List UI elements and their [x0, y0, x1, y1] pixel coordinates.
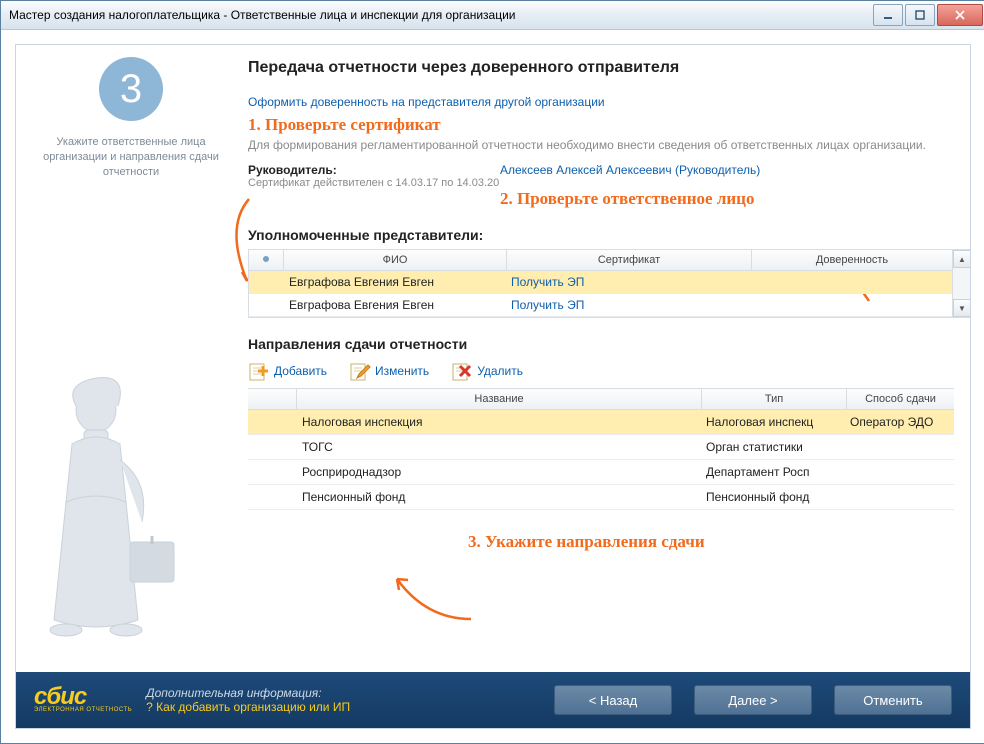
wizard-footer: сбис ЭЛЕКТРОННАЯ ОТЧЕТНОСТЬ Дополнительн…	[16, 672, 970, 728]
wizard-sidebar: 3 Укажите ответственные лица организации…	[16, 45, 248, 672]
body-area: 3 Укажите ответственные лица организации…	[1, 30, 984, 743]
scroll-down-button[interactable]: ▼	[953, 299, 970, 317]
help-block: Дополнительная информация: ? Как добавит…	[146, 686, 532, 714]
reps-row[interactable]: Евграфова Евгения Евген Получить ЭП	[249, 271, 952, 294]
window-buttons	[871, 4, 983, 26]
wizard-frame: 3 Укажите ответственные лица организации…	[15, 44, 971, 729]
reps-col-cert[interactable]: Сертификат	[507, 250, 752, 270]
page-title: Передача отчетности через доверенного от…	[248, 59, 952, 77]
dirs-toolbar: Добавить Изменить Удалить	[248, 360, 952, 382]
get-signature-link[interactable]: Получить ЭП	[511, 298, 584, 312]
reps-cell-fio: Евграфова Евгения Евген	[283, 294, 505, 316]
leader-name-link[interactable]: Алексеев Алексей Алексеевич (Руководител…	[500, 163, 760, 177]
app-window: Мастер создания налогоплательщика - Отве…	[0, 0, 984, 744]
help-link[interactable]: Как добавить организацию или ИП	[156, 700, 350, 714]
back-button[interactable]: < Назад	[554, 685, 672, 715]
dirs-col-type[interactable]: Тип	[702, 389, 847, 409]
dirs-grid-header: Название Тип Способ сдачи	[248, 389, 954, 410]
reps-grid-header: ФИО Сертификат Доверенность	[249, 250, 952, 271]
marker-icon	[262, 255, 270, 263]
close-button[interactable]	[937, 4, 983, 26]
wizard-main: Передача отчетности через доверенного от…	[248, 45, 970, 672]
help-title: Дополнительная информация:	[146, 686, 532, 700]
maximize-button[interactable]	[905, 4, 935, 26]
reps-grid: ФИО Сертификат Доверенность Евграфова Ев…	[248, 249, 953, 318]
annotation-3: 3. Укажите направления сдачи	[468, 532, 952, 552]
reps-col-fio[interactable]: ФИО	[284, 250, 507, 270]
plus-icon	[248, 360, 270, 382]
cert-validity: Сертификат действителен с 14.03.17 по 14…	[248, 177, 500, 189]
dirs-row[interactable]: Налоговая инспекция Налоговая инспекц Оп…	[248, 410, 954, 435]
minimize-button[interactable]	[873, 4, 903, 26]
dirs-grid: Название Тип Способ сдачи Налоговая инсп…	[248, 388, 954, 510]
dirs-col-name[interactable]: Название	[297, 389, 702, 409]
cancel-button[interactable]: Отменить	[834, 685, 952, 715]
logo: сбис ЭЛЕКТРОННАЯ ОТЧЕТНОСТЬ	[34, 687, 132, 713]
assistant-illustration	[26, 372, 186, 672]
dirs-heading: Направления сдачи отчетности	[248, 336, 952, 352]
pencil-icon	[349, 360, 371, 382]
leader-label: Руководитель:	[248, 163, 500, 177]
sidebar-hint: Укажите ответственные лица организации и…	[26, 135, 236, 180]
step-number-badge: 3	[99, 57, 163, 121]
dirs-col-method[interactable]: Способ сдачи	[847, 389, 954, 409]
intro-text: Для формирования регламентированной отче…	[248, 137, 952, 153]
edit-button[interactable]: Изменить	[349, 360, 429, 382]
annotation-1: 1. Проверьте сертификат	[248, 115, 952, 135]
reps-cell-fio: Евграфова Евгения Евген	[283, 271, 505, 293]
next-button[interactable]: Далее >	[694, 685, 812, 715]
annotation-2: 2. Проверьте ответственное лицо	[500, 189, 952, 209]
reps-row[interactable]: Евграфова Евгения Евген Получить ЭП	[249, 294, 952, 317]
get-signature-link[interactable]: Получить ЭП	[511, 275, 584, 289]
dirs-row[interactable]: Пенсионный фонд Пенсионный фонд	[248, 485, 954, 510]
dirs-row[interactable]: ТОГС Орган статистики	[248, 435, 954, 460]
reps-col-proxy[interactable]: Доверенность	[752, 250, 952, 270]
window-title: Мастер создания налогоплательщика - Отве…	[9, 8, 871, 22]
proxy-link[interactable]: Оформить доверенность на представителя д…	[248, 95, 605, 109]
dirs-row[interactable]: Росприроднадзор Департамент Росп	[248, 460, 954, 485]
add-button[interactable]: Добавить	[248, 360, 327, 382]
reps-heading: Уполномоченные представители:	[248, 227, 952, 243]
delete-icon	[451, 360, 473, 382]
scroll-up-button[interactable]: ▲	[953, 250, 970, 268]
titlebar: Мастер создания налогоплательщика - Отве…	[1, 1, 984, 30]
delete-button[interactable]: Удалить	[451, 360, 523, 382]
